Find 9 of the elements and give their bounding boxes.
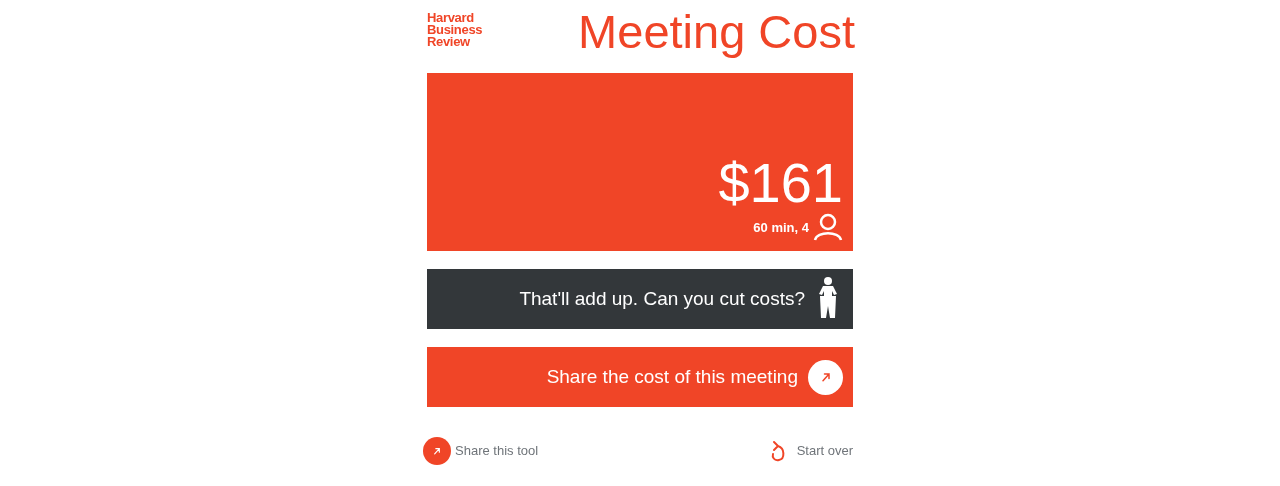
logo: Harvard Business Review: [427, 12, 483, 48]
cost-detail: 60 min, 4: [753, 218, 809, 237]
page-title: Meeting Cost: [578, 8, 855, 56]
tip-text: That'll add up. Can you cut costs?: [519, 286, 805, 311]
share-tool-link[interactable]: Share this tool: [423, 437, 539, 465]
cost-amount: $161: [718, 153, 843, 213]
share-cost-button[interactable]: Share the cost of this meeting: [427, 347, 853, 407]
start-over-link[interactable]: Start over: [768, 440, 853, 462]
person-icon: [813, 213, 843, 241]
